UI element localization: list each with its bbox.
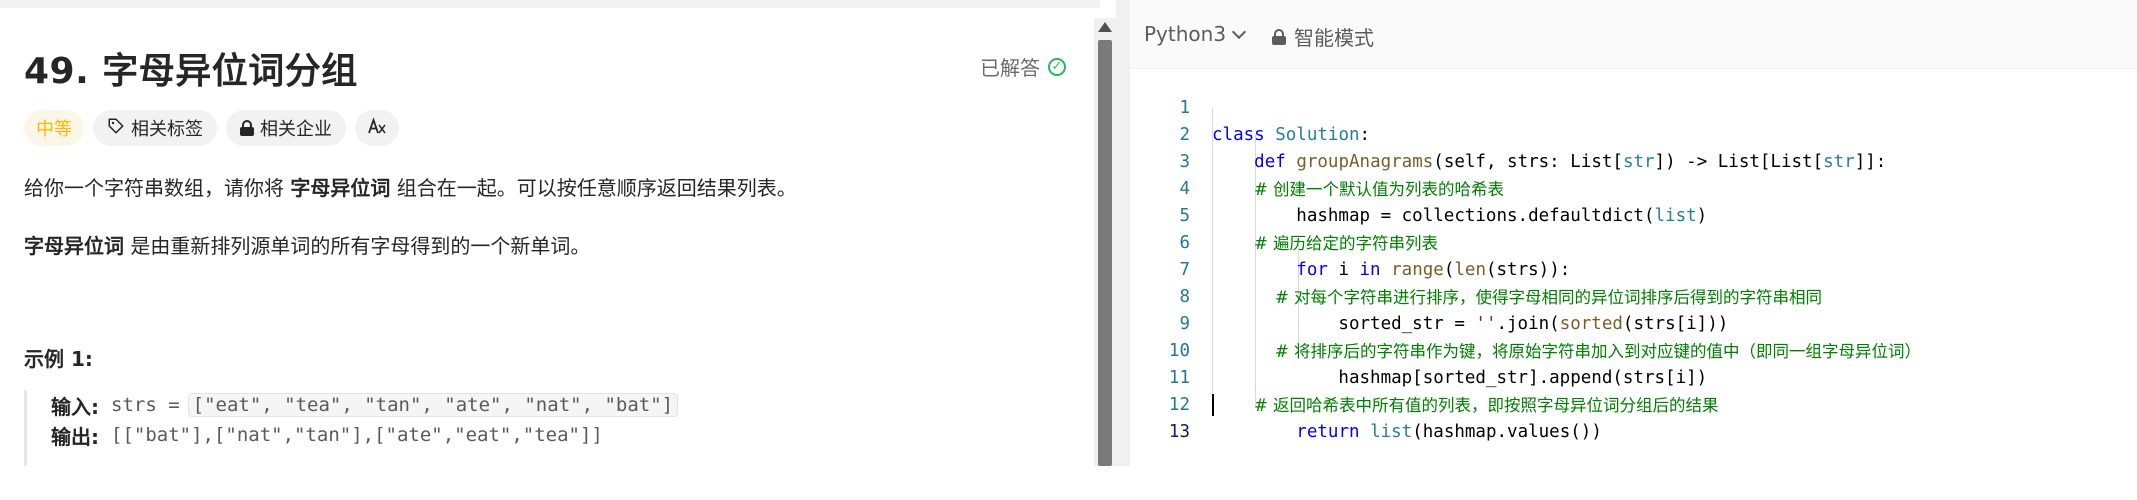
check-circle-icon: ✓	[1048, 57, 1066, 76]
bold-term: 字母异位词	[24, 234, 124, 258]
solved-label: 已解答	[980, 56, 1040, 80]
code-line: 1 class Solution:	[1179, 98, 1371, 145]
input-variable: strs =	[111, 394, 180, 416]
text-cursor	[1212, 394, 1214, 416]
related-companies-label: 相关企业	[260, 119, 332, 140]
problem-tags: 中等 相关标签 相关企业	[24, 110, 399, 146]
translate-button[interactable]	[355, 110, 399, 146]
language-selector[interactable]: Python3	[1144, 22, 1247, 46]
code-line: 11 # 返回哈希表中所有值的列表，即按照字母异位词分组后的结果	[1130, 338, 2137, 415]
code-line: 6 for i in range(len(strs)):	[1179, 233, 1571, 280]
lock-icon	[1272, 28, 1286, 45]
problem-panel: 49. 字母异位词分组 已解答 ✓ 中等 相关标签 相关企业 给你一个字符串数组…	[0, 0, 1116, 466]
lock-icon	[240, 120, 254, 136]
scrollbar-thumb[interactable]	[1098, 40, 1112, 466]
code-line: 2 def groupAnagrams(self, strs: List[str…	[1179, 125, 1887, 172]
code-line: 5 # 遍历给定的字符串列表	[1130, 176, 2137, 253]
translate-icon	[367, 116, 387, 140]
smart-mode-toggle[interactable]: 智能模式	[1272, 22, 1374, 51]
panel-resize-divider[interactable]	[1116, 0, 1130, 466]
input-value: ["eat", "tea", "tan", "ate", "nat", "bat…	[187, 393, 679, 417]
code-area[interactable]: 1 class Solution: 2 def groupAnagrams(se…	[1130, 68, 2137, 466]
related-companies-button[interactable]: 相关企业	[226, 110, 346, 146]
example-block: 输入: strs = ["eat", "tea", "tan", "ate", …	[24, 390, 679, 466]
example-title: 示例 1:	[24, 347, 93, 371]
editor-header: Python3 智能模式	[1130, 0, 2137, 69]
difficulty-badge[interactable]: 中等	[24, 110, 84, 146]
code-line: 9 # 将排序后的字符串作为键，将原始字符串加入到对应键的值中（即同一组字母异位…	[1130, 284, 2137, 361]
panel-top-strip	[0, 0, 1100, 8]
bold-term: 字母异位词	[290, 176, 391, 200]
difficulty-label: 中等	[36, 119, 72, 140]
chevron-down-icon	[1231, 24, 1247, 39]
input-label: 输入:	[51, 394, 99, 419]
code-line: 13	[1130, 392, 2137, 442]
code-editor-panel: Python3 智能模式 1 class Solution: 2 def gro…	[1130, 0, 2137, 466]
code-line: 7 # 对每个字符串进行排序，使得字母相同的异位词排序后得到的字符串相同	[1130, 230, 2137, 307]
description-paragraph-1: 给你一个字符串数组，请你将 字母异位词 组合在一起。可以按任意顺序返回结果列表。	[24, 176, 797, 200]
output-value: [["bat"],["nat","tan"],["ate","eat","tea…	[111, 424, 603, 446]
related-tags-label: 相关标签	[131, 119, 203, 140]
scroll-up-arrow-icon[interactable]	[1098, 22, 1112, 32]
code-line: 8 sorted_str = ''.join(sorted(strs[i]))	[1179, 287, 1729, 334]
code-line: 4 hashmap = collections.defaultdict(list…	[1179, 179, 1708, 226]
output-label: 输出:	[51, 424, 99, 449]
example-input-line: 输入: strs = ["eat", "tea", "tan", "ate", …	[51, 390, 679, 420]
tag-icon	[107, 117, 125, 140]
related-tags-button[interactable]: 相关标签	[93, 110, 217, 146]
description-paragraph-2: 字母异位词 是由重新排列源单词的所有字母得到的一个新单词。	[24, 234, 591, 258]
vertical-scrollbar[interactable]	[1094, 18, 1116, 466]
mode-label: 智能模式	[1294, 26, 1374, 50]
code-line: 10 hashmap[sorted_str].append(strs[i])	[1168, 341, 1708, 388]
solved-status[interactable]: 已解答 ✓	[980, 52, 1066, 81]
language-label: Python3	[1144, 22, 1227, 46]
problem-title: 49. 字母异位词分组	[24, 51, 358, 92]
example-output-line: 输出: [["bat"],["nat","tan"],["ate","eat",…	[51, 420, 678, 450]
code-line: 12 return list(hashmap.values())	[1168, 395, 1602, 442]
code-line: 3 # 创建一个默认值为列表的哈希表	[1130, 122, 2137, 199]
